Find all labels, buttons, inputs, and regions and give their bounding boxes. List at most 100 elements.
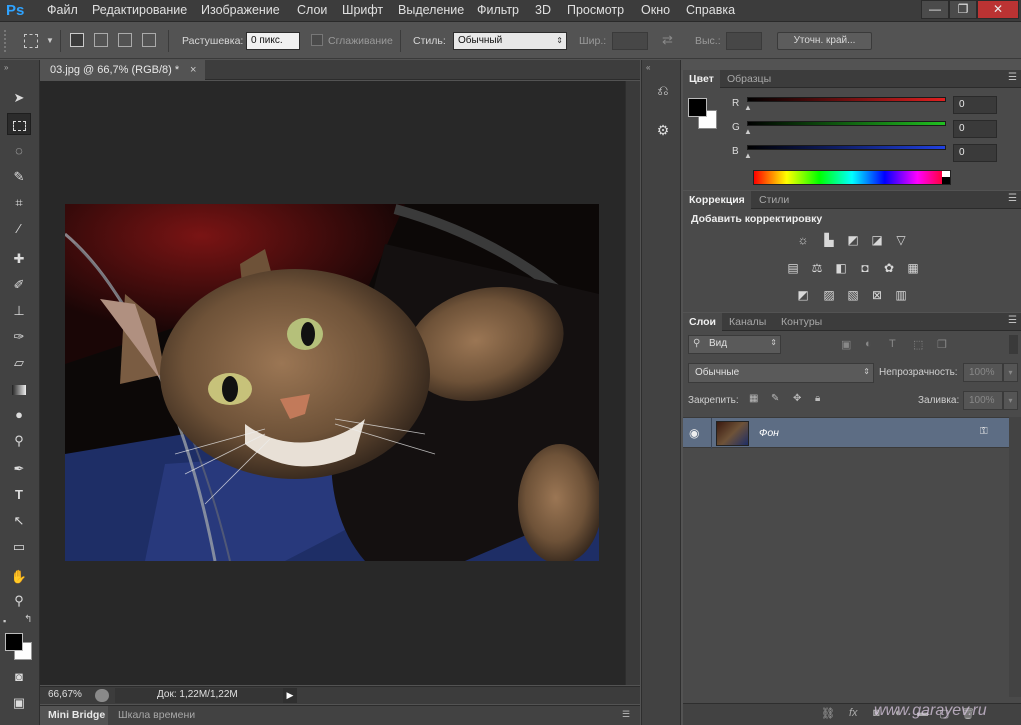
exposure-icon[interactable]: ◪ <box>869 233 885 247</box>
eye-icon[interactable]: ◉ <box>689 426 699 440</box>
add-selection-icon[interactable] <box>94 33 108 47</box>
quick-selection-icon[interactable]: ✎ <box>7 166 31 188</box>
tool-preset-chevron-icon[interactable]: ▼ <box>46 36 54 45</box>
hand-icon[interactable]: ✋ <box>7 566 31 588</box>
menu-help[interactable]: Справка <box>686 0 735 22</box>
curves-icon[interactable]: ◩ <box>845 233 861 247</box>
layers-scrollbar[interactable] <box>1009 417 1021 697</box>
black-white-icon[interactable]: ◧ <box>833 261 849 275</box>
restore-button[interactable]: ❐ <box>949 0 977 19</box>
dodge-icon[interactable]: ⚲ <box>7 430 31 452</box>
threshold-icon[interactable]: ▧ <box>845 288 861 302</box>
tab-adjustments[interactable]: Коррекция <box>683 191 751 209</box>
rectangular-marquee-icon[interactable] <box>7 113 31 135</box>
selective-color-icon[interactable]: ⊠ <box>869 288 885 302</box>
tab-paths[interactable]: Контуры <box>775 313 828 331</box>
panel-menu-icon[interactable]: ☰ <box>622 709 630 720</box>
menu-window[interactable]: Окно <box>641 0 670 22</box>
slider-thumb-icon[interactable]: ▲ <box>744 127 752 136</box>
path-selection-icon[interactable]: ↖ <box>7 510 31 532</box>
blue-slider[interactable] <box>747 145 946 150</box>
width-input[interactable] <box>612 32 648 50</box>
brightness-contrast-icon[interactable]: ☼ <box>795 233 811 247</box>
lock-all-icon[interactable]: 🔒︎ <box>815 393 820 404</box>
fill-dropdown-icon[interactable]: ▾ <box>1003 391 1018 410</box>
menu-file[interactable]: Файл <box>47 0 78 22</box>
menu-view[interactable]: Просмотр <box>567 0 624 22</box>
menu-layers[interactable]: Слои <box>297 0 327 22</box>
gradient-icon[interactable] <box>7 378 31 400</box>
menu-type[interactable]: Шрифт <box>342 0 383 22</box>
default-colors-icon[interactable]: ▪ <box>3 616 6 626</box>
pen-icon[interactable]: ✒ <box>7 458 31 480</box>
lock-position-icon[interactable]: ✥ <box>793 393 801 404</box>
filter-type-icon[interactable]: T <box>889 338 896 350</box>
lock-pixels-icon[interactable]: ✎ <box>771 393 779 404</box>
panel-menu-icon[interactable]: ☰ <box>1008 315 1017 326</box>
tab-layers[interactable]: Слои <box>683 313 722 331</box>
blur-icon[interactable]: ● <box>7 404 31 426</box>
color-balance-icon[interactable]: ⚖ <box>809 261 825 275</box>
gradient-map-icon[interactable]: ▥ <box>893 288 909 302</box>
photo-filter-icon[interactable]: ◘ <box>857 261 873 275</box>
filter-toggle[interactable] <box>1009 335 1018 354</box>
lasso-icon[interactable]: ◌ <box>7 140 31 162</box>
invert-icon[interactable]: ◩ <box>795 288 811 302</box>
fx-icon[interactable]: fx <box>849 707 858 719</box>
zoom-level[interactable]: 66,67% <box>48 689 82 700</box>
feather-input[interactable]: 0 пикс. <box>246 32 300 50</box>
filter-kind-select[interactable]: ⚲ Вид ⇕ <box>688 335 781 354</box>
collapse-icon[interactable]: » <box>4 63 8 72</box>
minimize-button[interactable]: — <box>921 0 949 19</box>
swap-icon[interactable]: ⇄ <box>662 32 673 48</box>
foreground-color-swatch[interactable] <box>5 633 23 651</box>
eraser-icon[interactable]: ▱ <box>7 352 31 374</box>
layer-row[interactable]: ◉ Фон ⚿ <box>683 417 1009 449</box>
blue-value[interactable]: 0 <box>953 144 997 162</box>
tab-swatches[interactable]: Образцы <box>721 70 777 88</box>
red-value[interactable]: 0 <box>953 96 997 114</box>
canvas-area[interactable] <box>40 81 625 685</box>
move-tool-icon[interactable]: ➤ <box>7 87 31 109</box>
red-slider[interactable] <box>747 97 946 102</box>
brush-icon[interactable]: ✐ <box>7 274 31 296</box>
marquee-tool-icon[interactable] <box>24 34 38 48</box>
link-layers-icon[interactable]: ⛓ <box>821 707 835 720</box>
document-image[interactable] <box>65 204 599 561</box>
green-value[interactable]: 0 <box>953 120 997 138</box>
rectangle-shape-icon[interactable]: ▭ <box>7 536 31 558</box>
close-tab-icon[interactable]: × <box>190 60 196 80</box>
hue-saturation-icon[interactable]: ▤ <box>785 261 801 275</box>
refine-edge-button[interactable]: Уточн. край... <box>777 32 872 50</box>
quick-mask-icon[interactable]: ◙ <box>7 666 31 688</box>
clone-stamp-icon[interactable]: ⊥ <box>7 300 31 322</box>
collapse-icon[interactable]: « <box>646 63 650 72</box>
type-tool-icon[interactable]: T <box>7 484 31 506</box>
opacity-dropdown-icon[interactable]: ▾ <box>1003 363 1018 382</box>
levels-icon[interactable]: ▙ <box>821 233 837 247</box>
green-slider[interactable] <box>747 121 946 126</box>
filter-smart-object-icon[interactable]: ❐ <box>937 338 947 351</box>
tab-styles[interactable]: Стили <box>753 191 795 209</box>
history-brush-icon[interactable]: ✑ <box>7 326 31 348</box>
filter-pixel-icon[interactable]: ▣ <box>841 338 851 351</box>
close-button[interactable]: ✕ <box>977 0 1019 19</box>
layer-name[interactable]: Фон <box>759 427 779 439</box>
filter-adjustment-icon[interactable]: ◐ <box>865 338 872 350</box>
eyedropper-icon[interactable]: ⁄ <box>7 218 31 240</box>
vibrance-icon[interactable]: ▽ <box>893 233 909 247</box>
history-panel-icon[interactable]: ⎌ <box>652 82 674 104</box>
fill-input[interactable]: 100% <box>963 391 1003 410</box>
new-selection-icon[interactable] <box>70 33 84 47</box>
slider-thumb-icon[interactable]: ▲ <box>744 103 752 112</box>
foreground-color-swatch[interactable] <box>688 98 707 117</box>
intersect-selection-icon[interactable] <box>142 33 156 47</box>
panel-menu-icon[interactable]: ☰ <box>1008 72 1017 83</box>
info-menu-arrow-icon[interactable]: ▶ <box>283 688 297 703</box>
black-swatch[interactable] <box>942 177 950 184</box>
properties-panel-icon[interactable]: ⚙ <box>652 122 674 144</box>
screen-mode-icon[interactable]: ▣ <box>7 692 31 714</box>
slider-thumb-icon[interactable]: ▲ <box>744 151 752 160</box>
antialias-checkbox[interactable] <box>311 34 323 46</box>
color-lookup-icon[interactable]: ▦ <box>905 261 921 275</box>
